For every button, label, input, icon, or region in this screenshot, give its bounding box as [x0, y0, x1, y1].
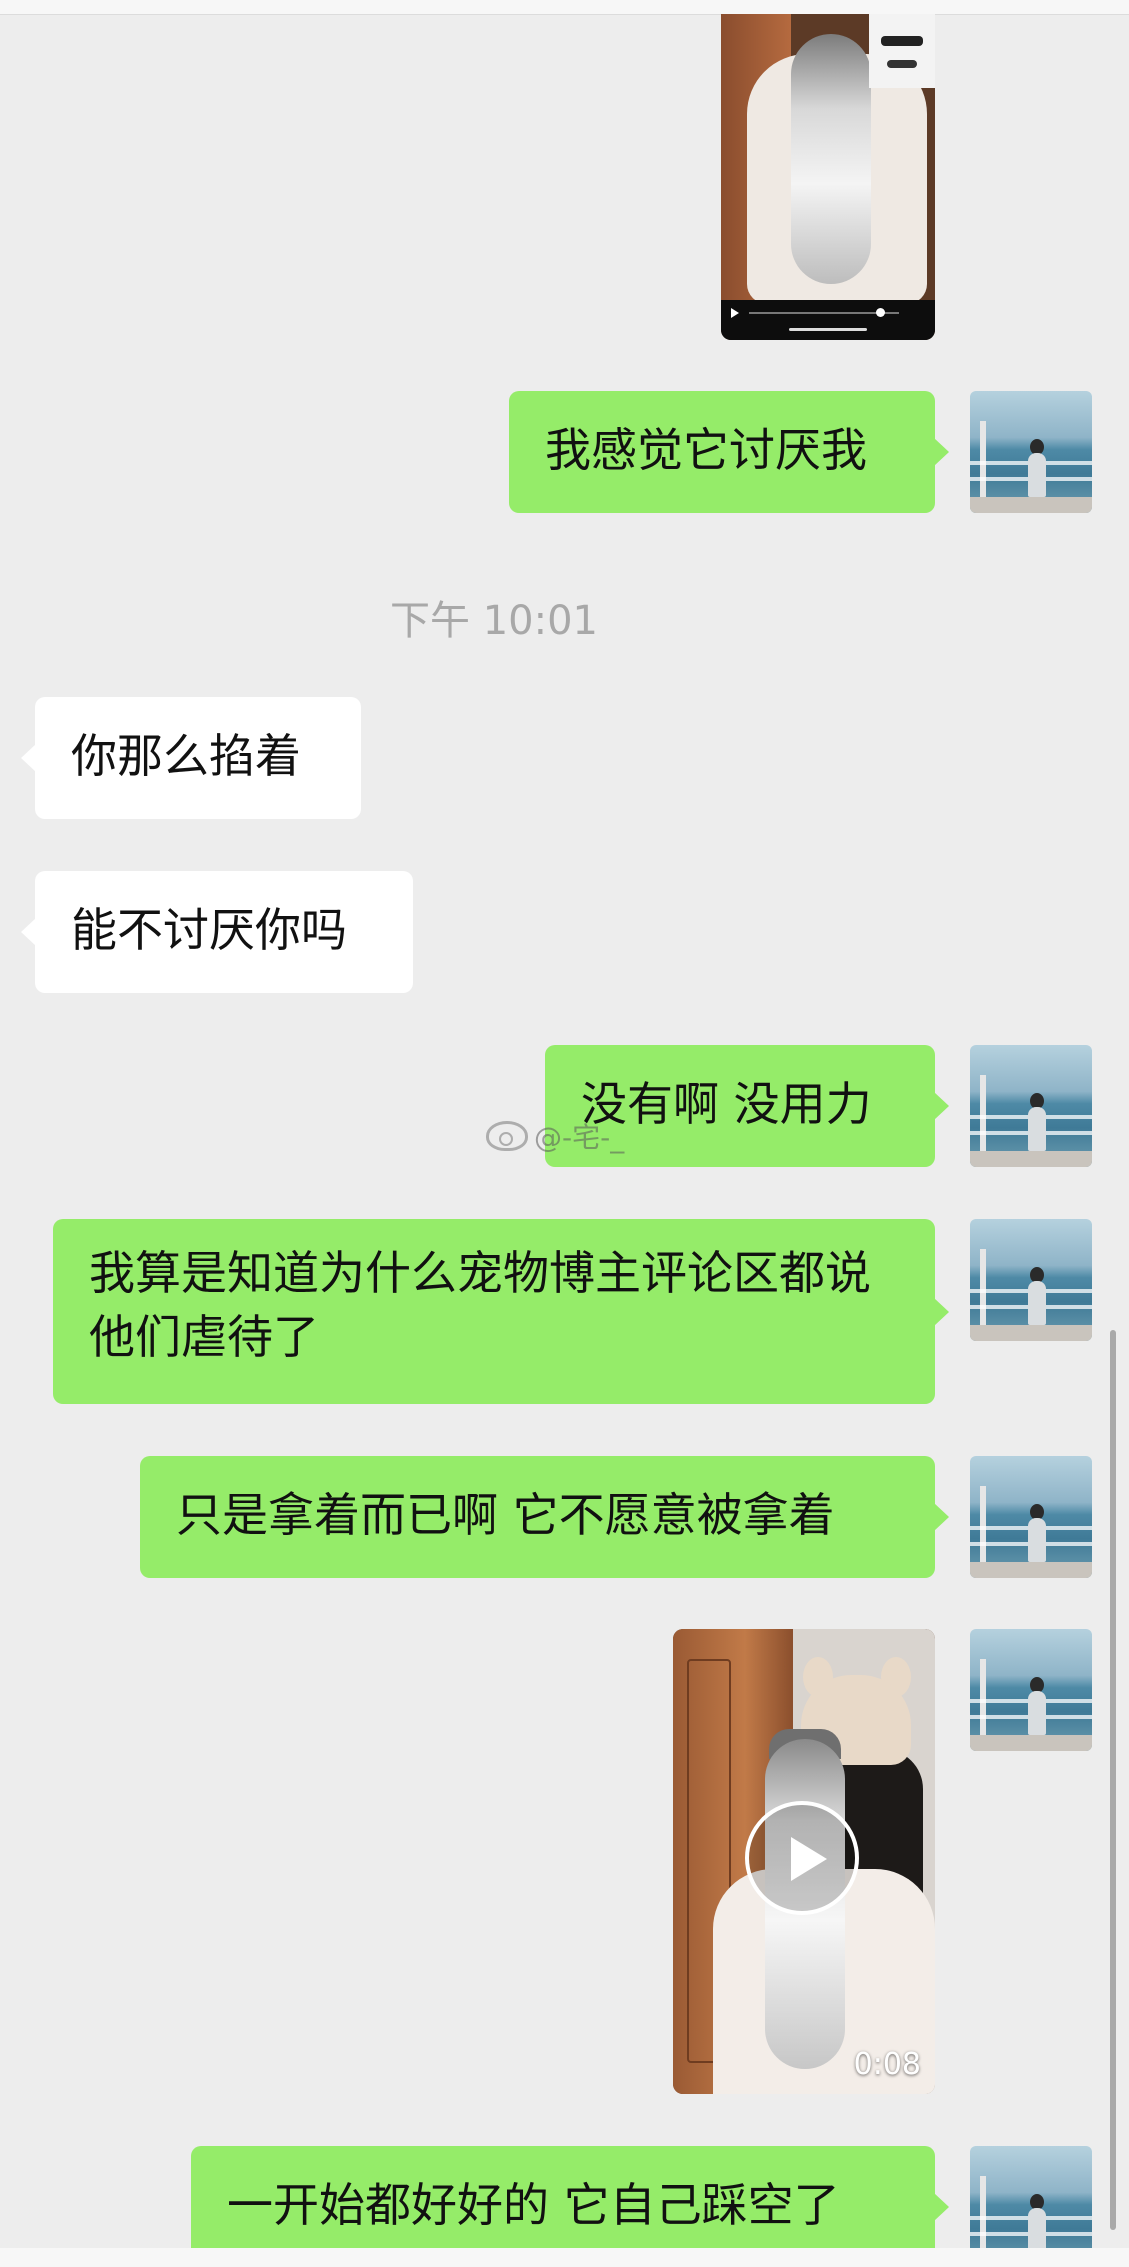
avatar[interactable] — [970, 1456, 1092, 1578]
weibo-watermark: @-宅-_ — [486, 1116, 624, 1156]
message-text: 一开始都好好的 它自己踩空了 — [227, 2178, 840, 2232]
message-bubble-received[interactable]: 能不讨厌你吗 — [21, 871, 413, 993]
message-text: 只是拿着而已啊 它不愿意被拿着 — [176, 1488, 835, 1542]
home-indicator — [789, 328, 867, 331]
bottom-edge — [0, 2248, 1129, 2267]
message-bubble-sent[interactable]: 只是拿着而已啊 它不愿意被拿着 — [140, 1456, 949, 1578]
avatar[interactable] — [970, 391, 1092, 513]
message-bubble-sent[interactable]: 我感觉它讨厌我 — [509, 391, 949, 513]
message-bubble-sent[interactable]: 我算是知道为什么宠物博主评论区都说他们虐待了 — [53, 1219, 949, 1404]
avatar[interactable] — [970, 1629, 1092, 1751]
play-button[interactable] — [745, 1801, 859, 1915]
play-icon[interactable] — [731, 308, 739, 318]
message-text: 你那么掐着 — [71, 729, 301, 783]
meme-face-sticker — [869, 14, 935, 88]
avatar[interactable] — [970, 1219, 1092, 1341]
cat-image — [791, 34, 871, 284]
video-controls — [721, 300, 935, 340]
chat-screen: 我感觉它讨厌我 下午 10:01 你那么掐着 能不讨厌你吗 没有啊 没用力 @-… — [0, 0, 1129, 2267]
message-timestamp: 下午 10:01 — [390, 598, 598, 644]
scrollbar[interactable] — [1110, 1330, 1116, 2230]
video-duration: 0:08 — [853, 2047, 921, 2082]
message-text: 能不讨厌你吗 — [71, 903, 347, 957]
play-icon — [791, 1837, 827, 1881]
weibo-icon — [486, 1121, 528, 1151]
top-bar-edge — [0, 0, 1129, 15]
message-text: 我算是知道为什么宠物博主评论区都说他们虐待了 — [89, 1246, 871, 1364]
video-message[interactable]: 0:08 — [673, 1629, 935, 2094]
message-bubble-received[interactable]: 你那么掐着 — [21, 697, 361, 819]
message-text: 我感觉它讨厌我 — [545, 423, 867, 477]
watermark-text: @-宅-_ — [534, 1121, 625, 1154]
avatar[interactable] — [970, 1045, 1092, 1167]
progress-knob[interactable] — [876, 308, 885, 317]
message-text: 没有啊 没用力 — [581, 1077, 872, 1131]
video-message-top[interactable] — [721, 14, 935, 340]
